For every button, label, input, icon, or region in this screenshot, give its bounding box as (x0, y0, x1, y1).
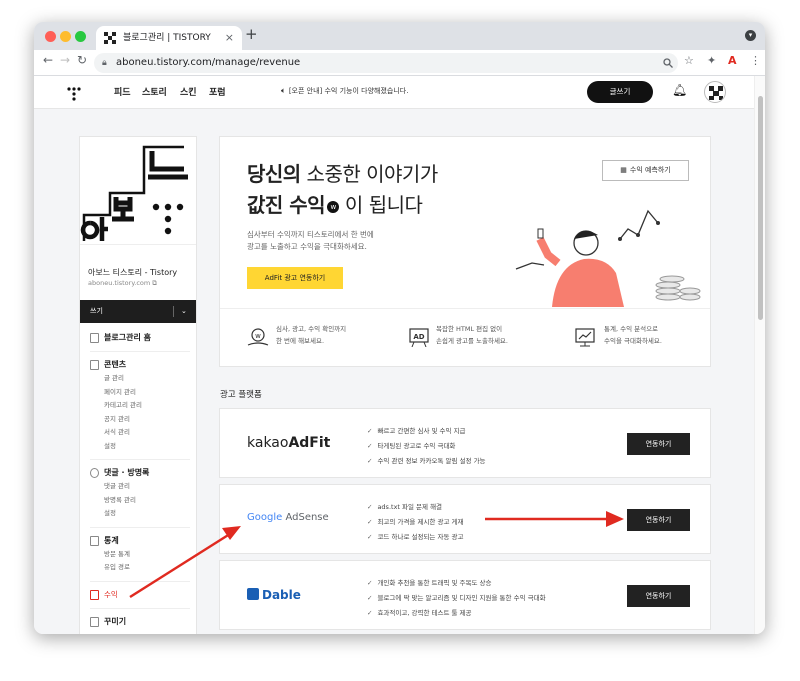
annotation-arrows (129, 511, 624, 599)
annotation-arrow-adsense (129, 530, 234, 599)
annotation-arrowhead-link-button (606, 511, 624, 527)
